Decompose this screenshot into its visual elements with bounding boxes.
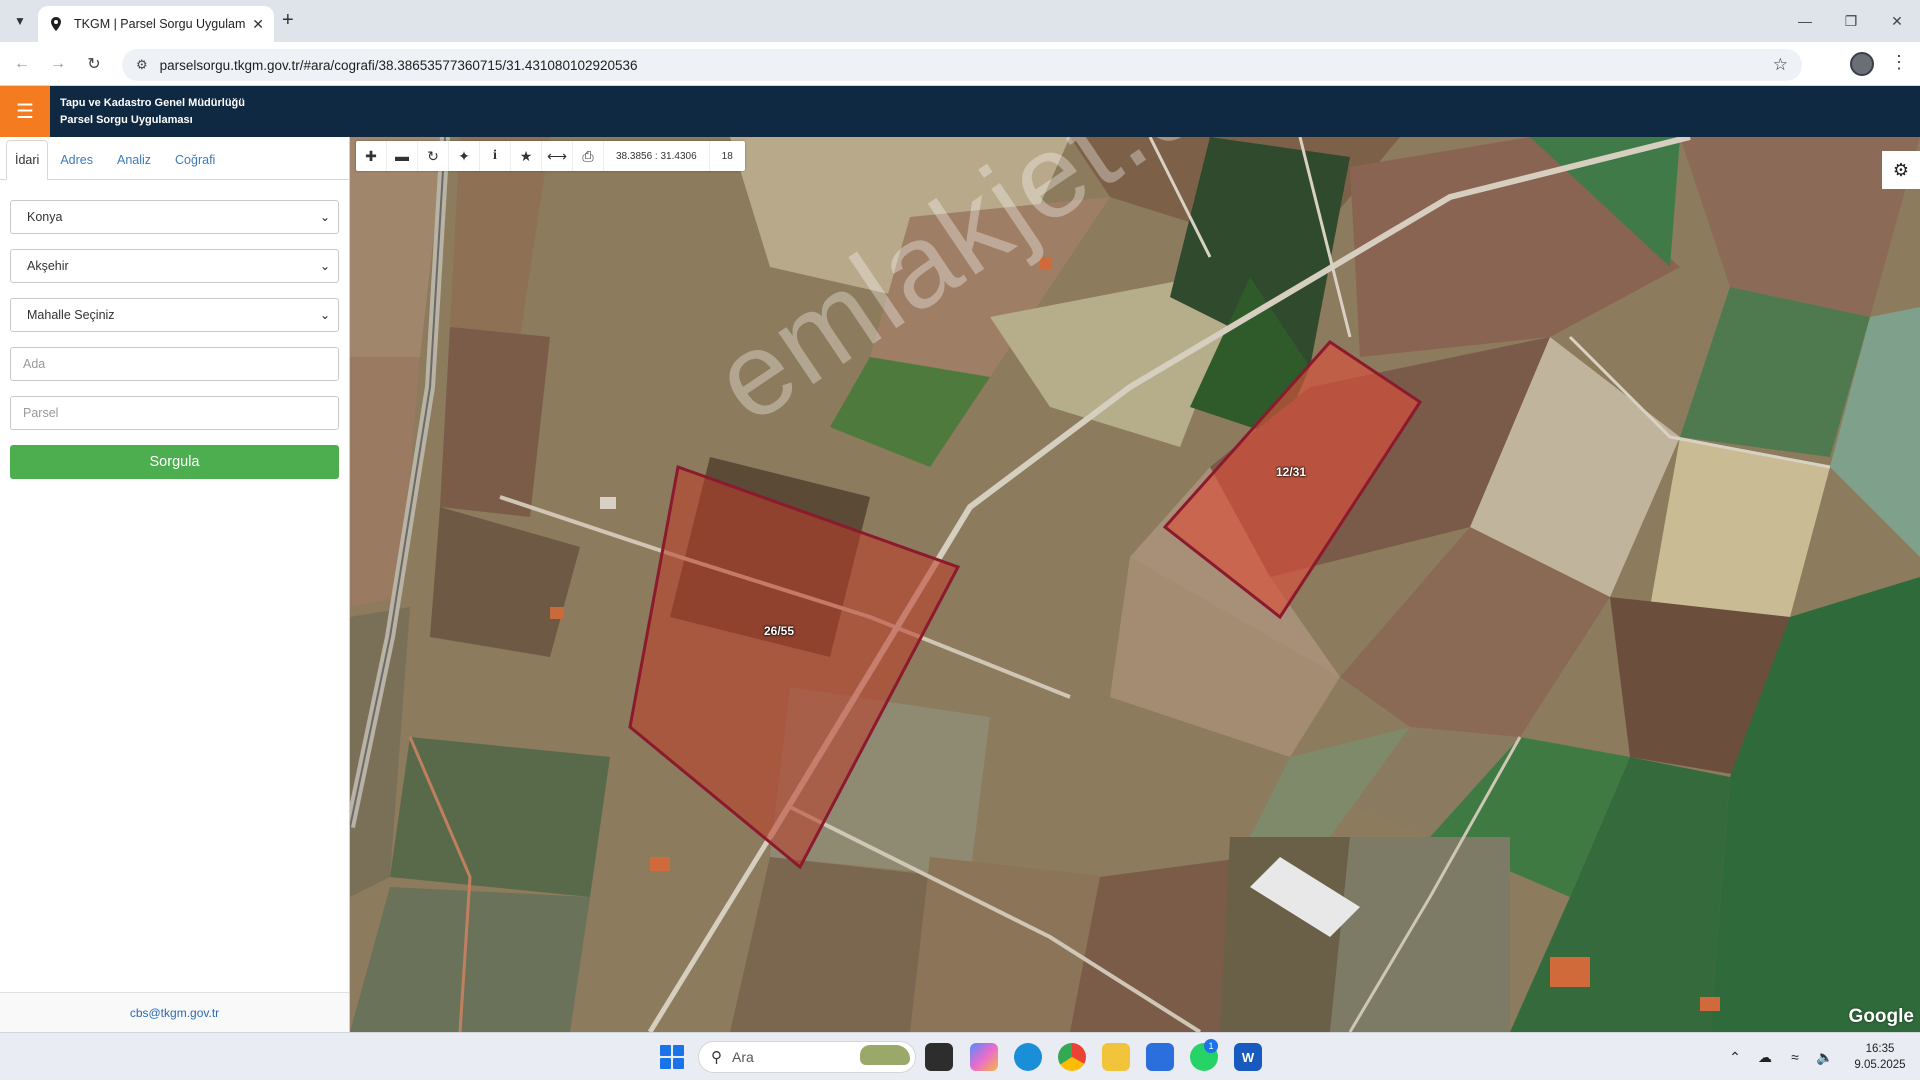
reload-icon[interactable]: ↻ <box>82 52 106 76</box>
chevron-up-icon[interactable]: ⌃ <box>1720 1049 1750 1066</box>
browser-tab-active[interactable]: TKGM | Parsel Sorgu Uygulaması ✕ <box>38 6 274 42</box>
zoom-out-icon[interactable]: ▬ <box>387 141 418 171</box>
zoom-in-icon[interactable]: ✚ <box>356 141 387 171</box>
ada-input[interactable]: Ada <box>10 347 339 381</box>
back-arrow-icon[interactable]: ← <box>10 52 34 76</box>
tab-analiz[interactable]: Analiz <box>105 139 163 179</box>
app-header: ☰ Tapu ve Kadastro Genel Müdürlüğü Parse… <box>0 86 1920 137</box>
google-attribution-logo: Google <box>1848 1006 1914 1027</box>
district-select-value: Akşehir <box>27 259 69 273</box>
parcel-label-12-31[interactable]: 12/31 <box>1276 465 1306 479</box>
tab-adres[interactable]: Adres <box>48 139 105 179</box>
forward-arrow-icon[interactable]: → <box>46 52 70 76</box>
clock-time: 16:35 <box>1865 1043 1895 1055</box>
close-window-icon[interactable]: ✕ <box>1874 0 1920 42</box>
volume-icon[interactable]: 🔈 <box>1810 1049 1840 1066</box>
ada-placeholder: Ada <box>23 357 46 371</box>
print-icon[interactable]: ⎙ <box>573 141 604 171</box>
file-explorer-icon[interactable] <box>1102 1043 1130 1071</box>
chameleon-search-highlight-icon <box>860 1045 910 1065</box>
province-select[interactable]: Konya ⌄ <box>10 200 339 234</box>
whatsapp-notification-badge: 1 <box>1204 1039 1218 1053</box>
minimize-icon[interactable]: — <box>1782 0 1828 42</box>
neighborhood-select-value: Mahalle Seçiniz <box>27 308 115 322</box>
satellite-map[interactable]: emlakjet.com 26/55 12/31 ✚ ▬ ↻ ✦ i ★ ⟷ ⎙… <box>350 137 1920 1032</box>
query-sidebar: İdari Adres Analiz Coğrafi Konya ⌄ Akşeh… <box>0 137 350 1032</box>
measure-icon[interactable]: ⟷ <box>542 141 573 171</box>
parsel-input[interactable]: Parsel <box>10 396 339 430</box>
parsel-placeholder: Parsel <box>23 406 59 420</box>
district-select[interactable]: Akşehir ⌄ <box>10 249 339 283</box>
chrome-browser-icon[interactable] <box>1058 1043 1086 1071</box>
task-view-icon[interactable] <box>925 1043 953 1071</box>
profile-avatar[interactable] <box>1850 52 1874 76</box>
crosshair-icon[interactable]: ✦ <box>449 141 480 171</box>
search-icon: ⚲ <box>711 1049 722 1066</box>
tab-idari[interactable]: İdari <box>6 140 49 180</box>
system-clock[interactable]: 16:35 9.05.2025 <box>1840 1041 1920 1073</box>
app-title: Tapu ve Kadastro Genel Müdürlüğü Parsel … <box>60 95 245 129</box>
restore-icon[interactable]: ❐ <box>1828 0 1874 42</box>
query-form: Konya ⌄ Akşehir ⌄ Mahalle Seçiniz ⌄ Ada … <box>0 180 349 479</box>
chevron-down-icon: ⌄ <box>319 210 330 224</box>
sorgula-button[interactable]: Sorgula <box>10 445 339 479</box>
windows-taskbar: ⚲ Ara 1 W ⌃ ☁ ≈ 🔈 16:35 9.05.2025 <box>0 1032 1920 1080</box>
chevron-down-icon: ⌄ <box>319 308 330 322</box>
chevron-down-icon: ⌄ <box>319 259 330 273</box>
refresh-icon[interactable]: ↻ <box>418 141 449 171</box>
app-title-line1: Tapu ve Kadastro Genel Müdürlüğü <box>60 97 245 109</box>
parcel-label-26-55[interactable]: 26/55 <box>764 624 794 638</box>
bookmark-star-icon[interactable]: ☆ <box>1773 55 1788 75</box>
word-icon[interactable]: W <box>1234 1043 1262 1071</box>
satellite-imagery <box>350 137 1920 1032</box>
province-select-value: Konya <box>27 210 63 224</box>
location-pin-icon <box>51 17 61 31</box>
zoom-level-readout: 18 <box>721 150 733 162</box>
sidebar-tabs: İdari Adres Analiz Coğrafi <box>0 137 349 180</box>
gear-icon[interactable]: ⚙ <box>1882 151 1920 189</box>
site-info-icon[interactable]: ⚙ <box>136 57 148 73</box>
browser-tab-bar: ▼ TKGM | Parsel Sorgu Uygulaması ✕ + — ❐… <box>0 0 1920 42</box>
coordinate-readout: 38.3856 : 31.4306 <box>604 141 710 171</box>
taskbar-search-placeholder: Ara <box>732 1049 754 1065</box>
neighborhood-select[interactable]: Mahalle Seçiniz ⌄ <box>10 298 339 332</box>
windows-start-icon[interactable] <box>660 1045 684 1069</box>
address-bar[interactable]: ⚙ parselsorgu.tkgm.gov.tr/#ara/cografi/3… <box>122 49 1802 81</box>
info-icon[interactable]: i <box>480 141 511 171</box>
hamburger-menu-icon[interactable]: ☰ <box>0 86 50 137</box>
browser-menu-icon[interactable]: ⋮ <box>1890 52 1908 73</box>
window-controls: — ❐ ✕ <box>1782 0 1920 42</box>
edge-browser-icon[interactable] <box>1014 1043 1042 1071</box>
onedrive-icon[interactable]: ☁ <box>1750 1049 1780 1066</box>
tab-list-chevron-icon[interactable]: ▼ <box>8 9 32 33</box>
system-tray: ⌃ ☁ ≈ 🔈 16:35 9.05.2025 <box>1720 1033 1920 1081</box>
copilot-icon[interactable] <box>970 1043 998 1071</box>
map-toolbar: ✚ ▬ ↻ ✦ i ★ ⟷ ⎙ 38.3856 : 31.4306 18 <box>356 141 745 171</box>
clock-date: 9.05.2025 <box>1854 1059 1906 1071</box>
tab-cografi[interactable]: Coğrafi <box>163 139 227 179</box>
microsoft-store-icon[interactable] <box>1146 1043 1174 1071</box>
app-title-line2: Parsel Sorgu Uygulaması <box>60 114 193 126</box>
wifi-icon[interactable]: ≈ <box>1780 1049 1810 1065</box>
contact-email-link[interactable]: cbs@tkgm.gov.tr <box>0 992 349 1032</box>
tab-close-icon[interactable]: ✕ <box>252 16 264 33</box>
star-icon[interactable]: ★ <box>511 141 542 171</box>
tab-title: TKGM | Parsel Sorgu Uygulaması <box>74 17 247 31</box>
browser-navbar: ← → ↻ ⚙ parselsorgu.tkgm.gov.tr/#ara/cog… <box>0 42 1920 86</box>
new-tab-plus-icon[interactable]: + <box>282 10 294 30</box>
url-text: parselsorgu.tkgm.gov.tr/#ara/cografi/38.… <box>159 57 638 73</box>
